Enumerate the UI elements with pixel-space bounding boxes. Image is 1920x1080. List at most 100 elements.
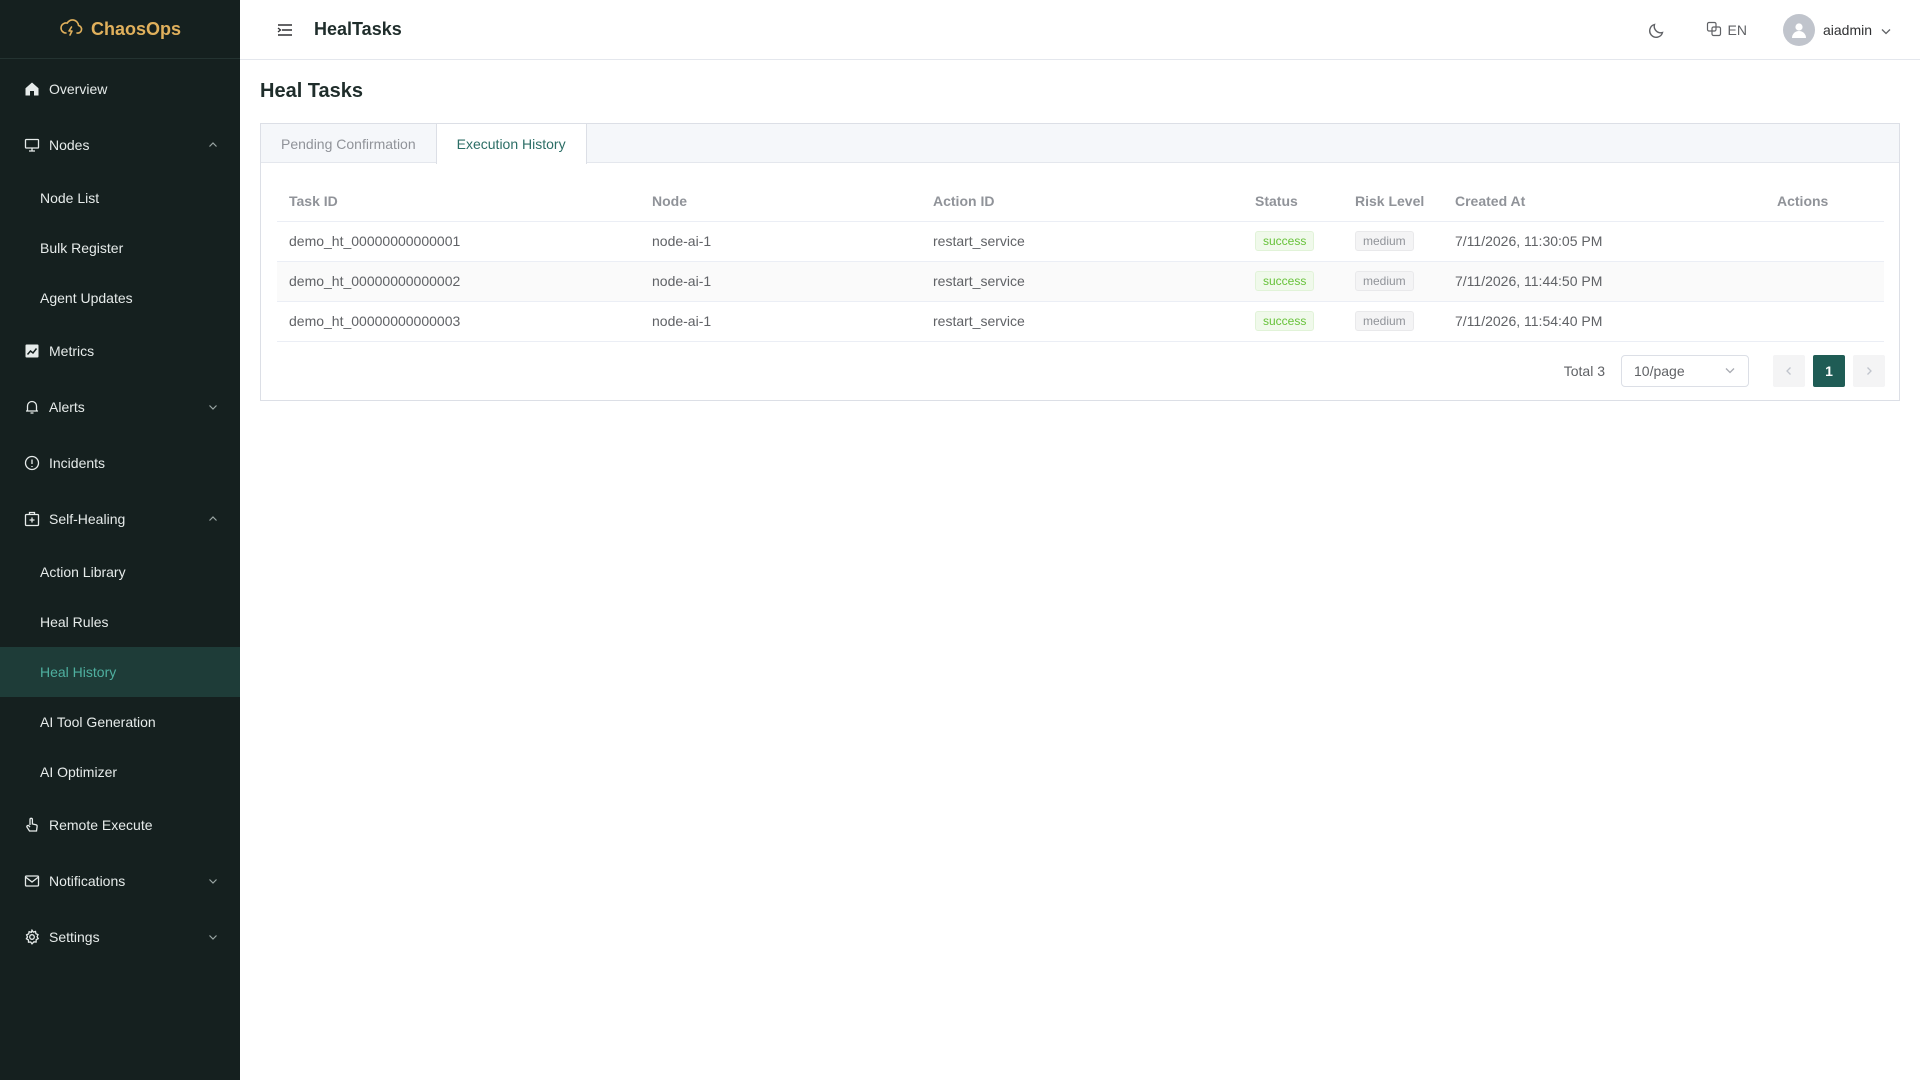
sidebar-item-settings[interactable]: Settings [0,909,240,965]
sidebar-item-nodes[interactable]: Nodes [0,117,240,173]
table-row[interactable]: demo_ht_00000000000001 node-ai-1 restart… [277,221,1884,262]
sidebar-item-self-healing[interactable]: Self-Healing [0,491,240,547]
mail-icon [24,873,40,889]
cell-actions [1765,261,1884,302]
cell-status: success [1243,221,1343,262]
cell-action-id: restart_service [921,301,1243,342]
table-row[interactable]: demo_ht_00000000000002 node-ai-1 restart… [277,261,1884,302]
sidebar-item-label: Heal Rules [40,614,109,630]
table-row[interactable]: demo_ht_00000000000003 node-ai-1 restart… [277,301,1884,342]
sidebar-item-label: Incidents [49,455,106,471]
translate-icon [1706,21,1722,40]
sidebar-item-label: Agent Updates [40,290,133,306]
top-header: HealTasks EN aiadmin [240,0,1920,60]
cell-actions [1765,221,1884,262]
user-menu[interactable]: aiadmin [1782,14,1892,46]
chevron-left-icon [1786,367,1791,375]
column-header-node[interactable]: Node [640,181,921,222]
page-size-value: 10/page [1634,363,1685,379]
brand[interactable]: ChaosOps [0,0,240,59]
column-header-action-id[interactable]: Action ID [921,181,1243,222]
cell-created-at: 7/11/2026, 11:44:50 PM [1443,261,1765,302]
sidebar-item-metrics[interactable]: Metrics [0,323,240,379]
pagination: Total 3 10/page 1 [1564,355,1885,387]
sidebar-item-label: Settings [49,929,100,945]
sidebar-item-label: Node List [40,190,100,206]
cell-actions [1765,301,1884,342]
sidebar-item-label: Nodes [49,137,90,153]
info-circle-icon [24,455,40,471]
sidebar-item-label: Self-Healing [49,511,126,527]
pointer-icon [24,817,40,833]
risk-badge: medium [1355,231,1414,251]
chevron-down-icon [208,876,218,886]
sidebar-item-bulk-register[interactable]: Bulk Register [0,223,240,273]
dark-mode-toggle-icon[interactable] [1648,21,1666,39]
next-page-button[interactable] [1853,355,1885,387]
cell-created-at: 7/11/2026, 11:54:40 PM [1443,301,1765,342]
page-size-select[interactable]: 10/page [1621,355,1749,387]
sidebar-item-heal-rules[interactable]: Heal Rules [0,597,240,647]
sidebar-item-label: Alerts [49,399,85,415]
chevron-up-icon [208,514,218,524]
chevron-down-icon [208,402,218,412]
chevron-down-icon [1880,24,1892,36]
tab-pending-confirmation[interactable]: Pending Confirmation [261,124,436,163]
column-header-status[interactable]: Status [1243,181,1343,222]
sidebar-item-alerts[interactable]: Alerts [0,379,240,435]
tabs: Pending Confirmation Execution History [261,124,1899,164]
sidebar-item-label: Heal History [40,664,117,680]
sidebar-item-action-library[interactable]: Action Library [0,547,240,597]
menu-toggle-icon[interactable] [276,21,294,39]
sidebar-item-label: Metrics [49,343,95,359]
column-header-created-at[interactable]: Created At [1443,181,1765,222]
chevron-down-icon [208,932,218,942]
sidebar-item-ai-tool-generation[interactable]: AI Tool Generation [0,697,240,747]
header-actions: EN aiadmin [1648,0,1892,60]
cell-task-id: demo_ht_00000000000001 [277,221,640,262]
chart-icon [24,343,40,359]
sidebar-item-label: AI Tool Generation [40,714,156,730]
status-badge: success [1255,271,1315,291]
cell-risk-level: medium [1343,261,1443,302]
risk-badge: medium [1355,271,1414,291]
avatar [1782,14,1815,46]
sidebar-menu: Overview Nodes Node List Bulk Register A… [0,61,240,965]
cell-action-id: restart_service [921,261,1243,302]
cloud-lightning-icon [59,16,83,43]
language-switcher[interactable]: EN [1706,21,1747,40]
sidebar-item-node-list[interactable]: Node List [0,173,240,223]
home-icon [24,81,40,97]
header-title: HealTasks [314,19,402,39]
sidebar-item-label: Bulk Register [40,240,124,256]
prev-page-button[interactable] [1773,355,1805,387]
monitor-icon [24,137,40,153]
sidebar-item-overview[interactable]: Overview [0,61,240,117]
status-badge: success [1255,311,1315,331]
sidebar-item-notifications[interactable]: Notifications [0,853,240,909]
cell-risk-level: medium [1343,221,1443,262]
cell-action-id: restart_service [921,221,1243,262]
execution-history-table: Task ID Node Action ID Status Risk Level… [277,181,1884,342]
cell-status: success [1243,261,1343,302]
sidebar-item-label: Overview [49,81,108,97]
sidebar-item-agent-updates[interactable]: Agent Updates [0,273,240,323]
sidebar-item-incidents[interactable]: Incidents [0,435,240,491]
brand-name: ChaosOps [90,18,182,39]
gear-icon [24,929,40,945]
sidebar-item-heal-history[interactable]: Heal History [0,647,240,697]
cell-task-id: demo_ht_00000000000003 [277,301,640,342]
cell-created-at: 7/11/2026, 11:30:05 PM [1443,221,1765,262]
sidebar-item-remote-execute[interactable]: Remote Execute [0,797,240,853]
cell-status: success [1243,301,1343,342]
bell-icon [24,399,40,415]
table-header-row: Task ID Node Action ID Status Risk Level… [277,181,1884,222]
sidebar-item-ai-optimizer[interactable]: AI Optimizer [0,747,240,797]
column-header-risk-level[interactable]: Risk Level [1343,181,1443,222]
chevron-down-icon [1724,363,1736,379]
tab-execution-history[interactable]: Execution History [435,124,587,164]
language-label: EN [1727,22,1747,38]
chevron-up-icon [208,140,218,150]
column-header-task-id[interactable]: Task ID [277,181,640,222]
page-number-button[interactable]: 1 [1813,355,1845,387]
